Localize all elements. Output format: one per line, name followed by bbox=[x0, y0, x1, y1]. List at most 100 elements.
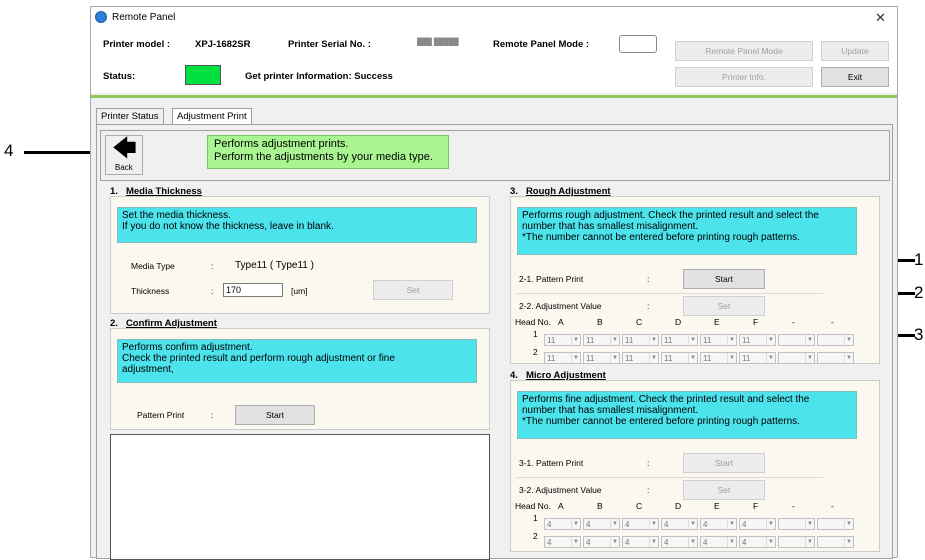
tab-adjustment-print[interactable]: Adjustment Print bbox=[172, 108, 252, 125]
rough_adjustment-value-select[interactable]: 11 ▼ bbox=[583, 352, 620, 364]
micro_adjustment-value-text: 4 bbox=[625, 538, 630, 547]
rough_adjustment-value-select[interactable]: 11 ▼ bbox=[661, 334, 698, 346]
rough_adjustment-value-select[interactable]: 11 ▼ bbox=[622, 334, 659, 346]
chevron-down-icon: ▼ bbox=[805, 519, 814, 529]
rough_adjustment-value-select[interactable]: 11 ▼ bbox=[739, 352, 776, 364]
remote-panel-mode-button[interactable]: Remote Panel Mode bbox=[675, 41, 813, 61]
rough_adjustment-value-select[interactable]: ▼ bbox=[778, 352, 815, 364]
pattern-print-colon: : bbox=[211, 410, 214, 420]
back-arrow-icon: 🡄 bbox=[112, 135, 137, 162]
confirm-adjustment-info: Performs confirm adjustment. Check the p… bbox=[117, 339, 477, 383]
serial-label: Printer Serial No. : bbox=[288, 39, 371, 50]
chevron-down-icon: ▼ bbox=[610, 519, 619, 529]
rough_adjustment-value-select[interactable]: ▼ bbox=[817, 352, 854, 364]
chevron-down-icon: ▼ bbox=[571, 335, 580, 345]
chevron-down-icon: ▼ bbox=[766, 519, 775, 529]
micro-adjustment-panel: Performs fine adjustment. Check the prin… bbox=[510, 380, 880, 552]
chevron-down-icon: ▼ bbox=[649, 335, 658, 345]
micro_adjustment-row-number: 1 bbox=[533, 513, 538, 523]
rough_adjustment-value-text: 11 bbox=[703, 354, 712, 363]
micro_adjustment-value-select[interactable]: 4 ▼ bbox=[661, 518, 698, 530]
micro_adjustment-value-select[interactable]: 4 ▼ bbox=[544, 518, 581, 530]
callout-number-2: 2 bbox=[914, 283, 924, 302]
chevron-down-icon: ▼ bbox=[610, 537, 619, 547]
micro_adjustment-value-select[interactable]: 4 ▼ bbox=[739, 536, 776, 548]
rough_adjustment-column-header: A bbox=[558, 317, 564, 327]
micro_adjustment-value-text: 4 bbox=[547, 538, 552, 547]
status-label: Status: bbox=[103, 71, 136, 82]
micro_adjustment-value-select[interactable]: ▼ bbox=[817, 536, 854, 548]
rough_adjustment-value-select[interactable]: 11 ▼ bbox=[739, 334, 776, 346]
rough_adjustment-value-select[interactable]: 11 ▼ bbox=[544, 352, 581, 364]
close-icon[interactable]: ✕ bbox=[875, 10, 886, 26]
confirm-start-button[interactable]: Start bbox=[235, 405, 315, 425]
micro_adjustment-value-select[interactable]: 4 ▼ bbox=[622, 536, 659, 548]
rough_adjustment-value-text: 11 bbox=[547, 354, 556, 363]
media-type-colon: : bbox=[211, 261, 214, 271]
rough_adjustment-value-select[interactable]: 11 ▼ bbox=[661, 352, 698, 364]
rough_adjustment-value-text: 11 bbox=[547, 336, 556, 345]
micro_adjustment-value-select[interactable]: 4 ▼ bbox=[739, 518, 776, 530]
rough-pattern-print-start-button[interactable]: Start bbox=[683, 269, 765, 289]
micro_adjustment-value-select[interactable]: 4 ▼ bbox=[700, 536, 737, 548]
rough_adjustment-column-header: E bbox=[714, 317, 720, 327]
micro_adjustment-value-select[interactable]: 4 ▼ bbox=[622, 518, 659, 530]
chevron-down-icon: ▼ bbox=[571, 353, 580, 363]
remote-panel-window: Remote Panel ✕ Printer model : XPJ-1682S… bbox=[90, 6, 898, 560]
micro_adjustment-value-select[interactable]: 4 ▼ bbox=[583, 518, 620, 530]
callout-number-1: 1 bbox=[914, 250, 924, 269]
rough_adjustment-value-select[interactable]: 11 ▼ bbox=[622, 352, 659, 364]
chevron-down-icon: ▼ bbox=[766, 353, 775, 363]
callout-number-4: 4 bbox=[4, 141, 14, 160]
chevron-down-icon: ▼ bbox=[571, 537, 580, 547]
chevron-down-icon: ▼ bbox=[727, 519, 736, 529]
chevron-down-icon: ▼ bbox=[727, 335, 736, 345]
micro-adjustment-set-button[interactable]: Set bbox=[683, 480, 765, 500]
rough_adjustment-value-select[interactable]: 11 ▼ bbox=[700, 334, 737, 346]
chevron-down-icon: ▼ bbox=[805, 353, 814, 363]
window-title: Remote Panel bbox=[112, 12, 176, 23]
rough_adjustment-value-select[interactable]: 11 ▼ bbox=[700, 352, 737, 364]
rough_adjustment-value-select[interactable]: 11 ▼ bbox=[583, 334, 620, 346]
update-button[interactable]: Update bbox=[821, 41, 889, 61]
micro-pattern-print-start-button[interactable]: Start bbox=[683, 453, 765, 473]
micro_adjustment-value-select[interactable]: ▼ bbox=[778, 518, 815, 530]
rough_adjustment-head-no-label: Head No. bbox=[515, 317, 551, 327]
micro_adjustment-value-select[interactable]: 4 ▼ bbox=[661, 536, 698, 548]
rough-adjustment-set-button[interactable]: Set bbox=[683, 296, 765, 316]
chevron-down-icon: ▼ bbox=[688, 519, 697, 529]
micro_adjustment-value-select[interactable]: ▼ bbox=[778, 536, 815, 548]
micro_adjustment-value-text: 4 bbox=[586, 538, 591, 547]
micro-step2-colon: : bbox=[647, 485, 650, 495]
micro_adjustment-value-select[interactable]: 4 ▼ bbox=[544, 536, 581, 548]
chevron-down-icon: ▼ bbox=[649, 537, 658, 547]
printer-header: Printer model : XPJ-1682SR Printer Seria… bbox=[91, 29, 897, 93]
micro_adjustment-value-text: 4 bbox=[703, 538, 708, 547]
micro_adjustment-value-select[interactable]: ▼ bbox=[817, 518, 854, 530]
rough-step1-colon: : bbox=[647, 274, 650, 284]
remote-panel-mode-label: Remote Panel Mode : bbox=[493, 39, 590, 50]
micro_adjustment-column-header: D bbox=[675, 501, 682, 511]
rough_adjustment-value-select[interactable]: ▼ bbox=[817, 334, 854, 346]
title-bar: Remote Panel ✕ bbox=[91, 7, 897, 29]
chevron-down-icon: ▼ bbox=[805, 335, 814, 345]
micro_adjustment-value-select[interactable]: 4 ▼ bbox=[700, 518, 737, 530]
status-indicator bbox=[185, 65, 221, 85]
rough_adjustment-value-select[interactable]: 11 ▼ bbox=[544, 334, 581, 346]
rough_adjustment-column-header: F bbox=[753, 317, 759, 327]
micro-step1-label: 3-1. Pattern Print bbox=[519, 458, 584, 468]
printer-info-button[interactable]: Printer Info. bbox=[675, 67, 813, 87]
exit-button[interactable]: Exit bbox=[821, 67, 889, 87]
rough_adjustment-value-select[interactable]: ▼ bbox=[778, 334, 815, 346]
media-thickness-info: Set the media thickness. If you do not k… bbox=[117, 207, 477, 243]
micro-step1-colon: : bbox=[647, 458, 650, 468]
micro_adjustment-value-select[interactable]: 4 ▼ bbox=[583, 536, 620, 548]
thickness-set-button[interactable]: Set bbox=[373, 280, 453, 300]
micro_adjustment-column-header: - bbox=[792, 501, 795, 511]
thickness-input[interactable] bbox=[223, 283, 283, 297]
micro_adjustment-value-text: 4 bbox=[703, 520, 708, 529]
rough_adjustment-value-text: 11 bbox=[625, 354, 634, 363]
tab-printer-status[interactable]: Printer Status bbox=[96, 108, 164, 125]
chevron-down-icon: ▼ bbox=[649, 519, 658, 529]
back-button[interactable]: 🡄 Back bbox=[105, 135, 143, 175]
